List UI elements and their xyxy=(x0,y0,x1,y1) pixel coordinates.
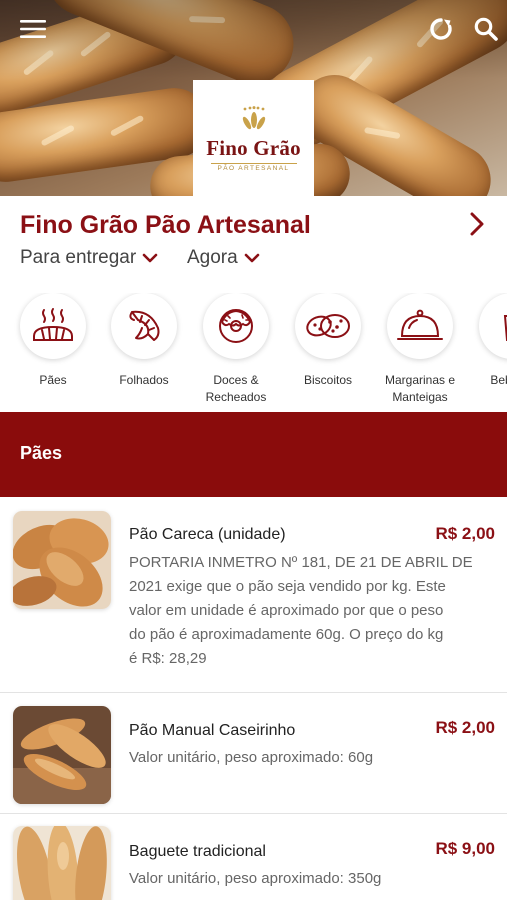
category-label: Folhados xyxy=(119,373,169,387)
store-logo: Fino Grão PÃO ARTESANAL xyxy=(193,80,314,196)
product-description: PORTARIA INMETRO Nº 181, DE 21 DE ABRIL … xyxy=(129,554,473,667)
product-name: Pão Careca (unidade) xyxy=(129,526,286,543)
category-biscoitos[interactable]: Biscoitos xyxy=(282,293,374,389)
chevron-right-icon[interactable] xyxy=(464,209,490,239)
refresh-icon[interactable] xyxy=(426,14,456,44)
product-name: Baguete tradicional xyxy=(129,843,266,860)
section-title: Pães xyxy=(20,443,63,463)
category-carousel[interactable]: Pães Folhados Doces & Recheados Biscoito… xyxy=(0,293,507,411)
product-image xyxy=(13,706,111,804)
delivery-mode-label: Para entregar xyxy=(20,247,137,268)
section-header-paes: Pães xyxy=(0,412,507,497)
cloche-icon xyxy=(387,293,453,359)
category-folhados[interactable]: Folhados xyxy=(98,293,190,389)
croissant-icon xyxy=(111,293,177,359)
store-name[interactable]: Fino Grão Pão Artesanal xyxy=(20,211,311,240)
donut-icon xyxy=(203,293,269,359)
hamburger-menu-icon[interactable] xyxy=(18,14,48,44)
delivery-time-selector[interactable]: Agora xyxy=(187,247,260,269)
delivery-mode-selector[interactable]: Para entregar xyxy=(20,247,158,269)
product-image xyxy=(13,826,111,900)
hero-banner: Fino Grão PÃO ARTESANAL xyxy=(0,0,507,196)
search-icon[interactable] xyxy=(471,14,501,44)
delivery-time-label: Agora xyxy=(187,247,238,268)
category-bebidas[interactable]: Bebidas xyxy=(466,293,507,389)
product-card[interactable]: Baguete tradicional R$ 9,00 Valor unitár… xyxy=(0,814,507,900)
product-description: Valor unitário, peso aproximado: 60g xyxy=(129,749,374,766)
logo-title: Fino Grão xyxy=(206,136,301,160)
bread-icon xyxy=(20,293,86,359)
product-price: R$ 2,00 xyxy=(435,718,495,737)
product-price: R$ 2,00 xyxy=(435,524,495,543)
category-label: Margarinas e Manteigas xyxy=(384,373,456,404)
cookies-icon xyxy=(295,293,361,359)
category-label: Biscoitos xyxy=(303,373,353,387)
logo-subtitle: PÃO ARTESANAL xyxy=(217,165,290,172)
category-label: Pães xyxy=(39,373,67,387)
product-name: Pão Manual Caseirinho xyxy=(129,722,296,739)
category-margarinas-manteigas[interactable]: Margarinas e Manteigas xyxy=(374,293,466,406)
category-label: Bebidas xyxy=(490,373,507,387)
product-card[interactable]: Pão Careca (unidade) R$ 2,00 PORTARIA IN… xyxy=(0,497,507,693)
product-price: R$ 9,00 xyxy=(435,839,495,858)
drink-icon xyxy=(479,293,507,359)
category-doces-recheados[interactable]: Doces & Recheados xyxy=(190,293,282,406)
category-label: Doces & Recheados xyxy=(205,373,267,404)
wheat-icon xyxy=(242,106,265,130)
chevron-down-icon xyxy=(142,253,158,263)
product-description: Valor unitário, peso aproximado: 350g xyxy=(129,870,382,887)
product-card[interactable]: Pão Manual Caseirinho R$ 2,00 Valor unit… xyxy=(0,693,507,814)
chevron-down-icon xyxy=(244,253,260,263)
product-image xyxy=(13,511,111,609)
category-paes[interactable]: Pães xyxy=(7,293,99,389)
